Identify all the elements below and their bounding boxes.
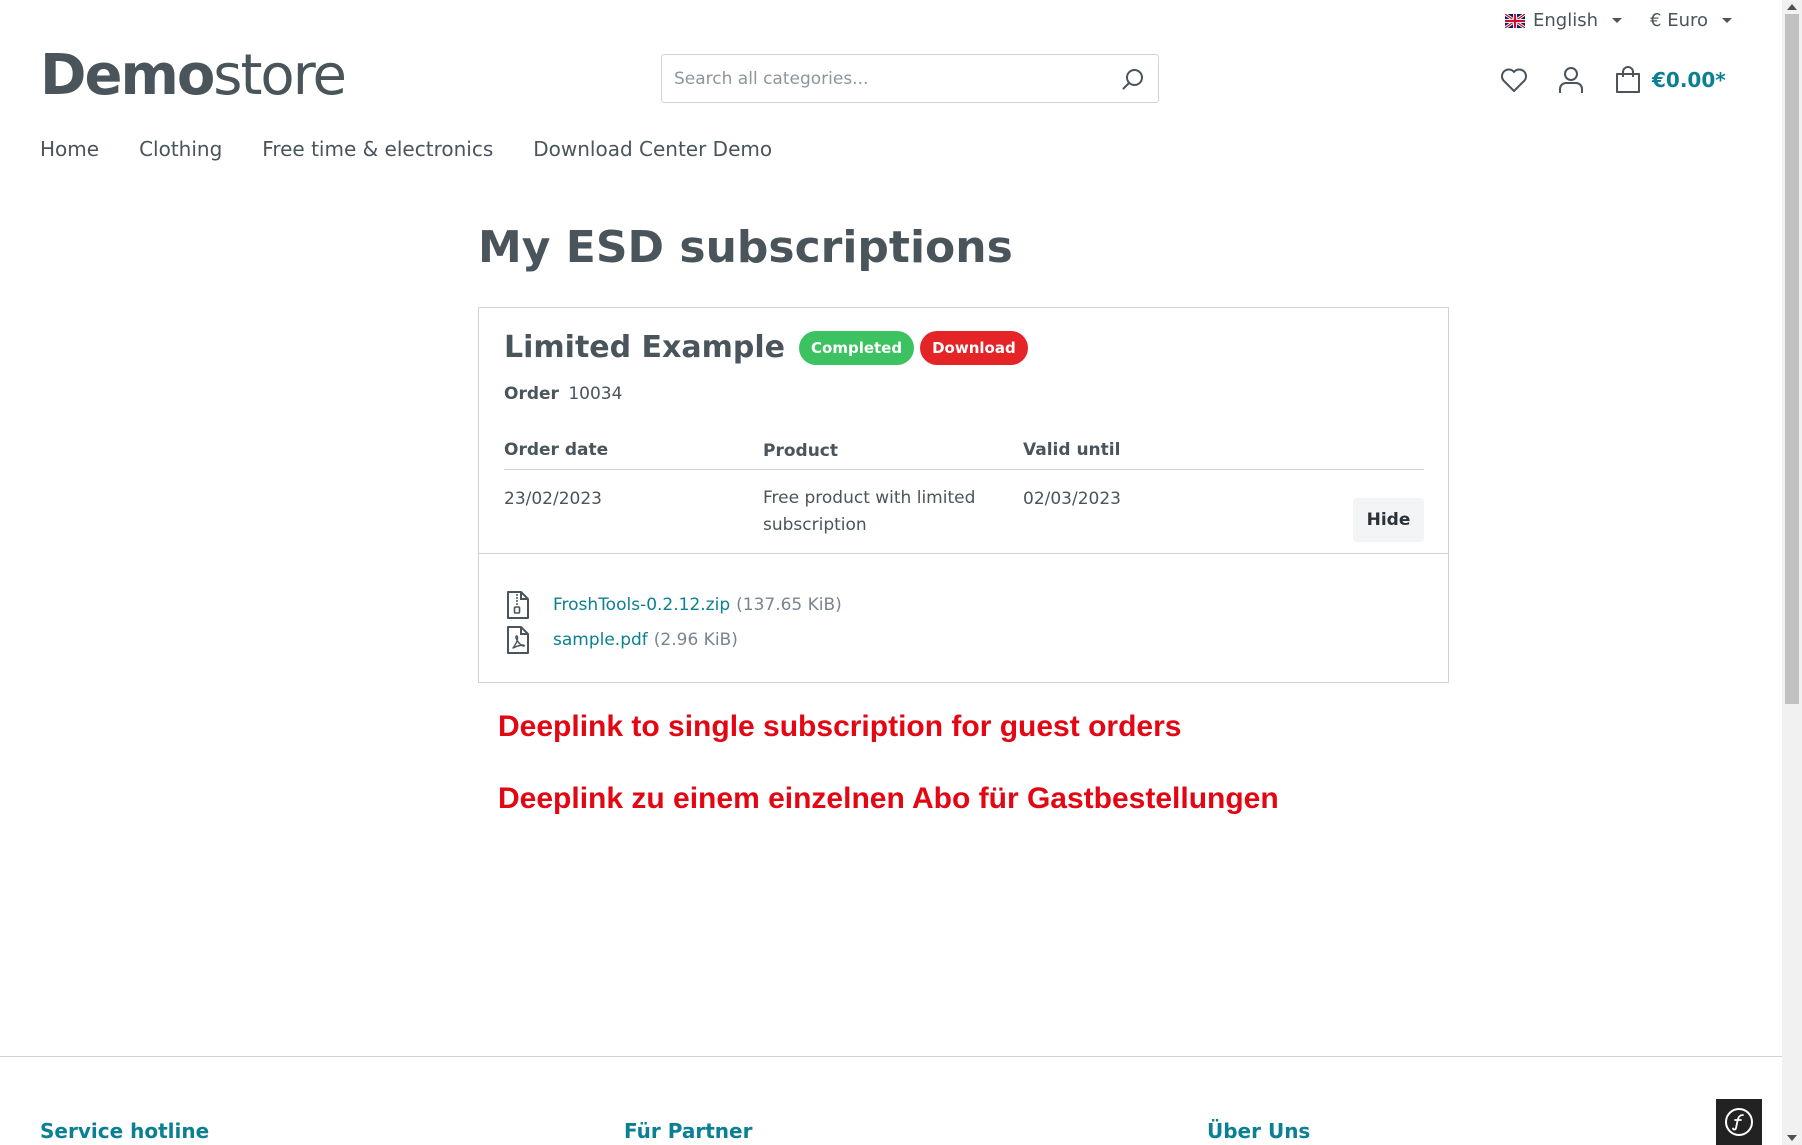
file-download-link[interactable]: FroshTools-0.2.12.zip — [553, 595, 730, 615]
heart-icon — [1501, 68, 1527, 92]
table-row: 23/02/2023 Free product with limited sub… — [504, 488, 1424, 548]
annotation-note-german: Deeplink zu einem einzelnen Abo für Gast… — [498, 782, 1279, 815]
file-item: sample.pdf (2.96 KiB) — [506, 622, 842, 657]
file-download-link[interactable]: sample.pdf — [553, 630, 648, 650]
file-item: FroshTools-0.2.12.zip (137.65 KiB) — [506, 587, 842, 622]
footer-heading-service-hotline[interactable]: Service hotline — [40, 1119, 209, 1143]
main-navigation: Home Clothing Free time & electronics Do… — [40, 137, 772, 161]
subscription-header: Limited Example Completed Download — [504, 330, 1034, 365]
order-date-cell: 23/02/2023 — [504, 489, 602, 509]
logo[interactable]: Demostore — [40, 43, 347, 108]
table-header: Order date Product Valid until — [504, 440, 1424, 470]
column-header-valid-until: Valid until — [1023, 440, 1121, 460]
file-size: (137.65 KiB) — [736, 594, 842, 615]
chevron-down-icon — [1612, 18, 1623, 23]
language-label: English — [1533, 10, 1599, 31]
search-bar — [661, 54, 1159, 103]
language-switcher[interactable]: English — [1505, 10, 1623, 31]
column-header-order-date: Order date — [504, 440, 609, 460]
user-icon — [1559, 67, 1583, 93]
download-badge[interactable]: Download — [920, 330, 1028, 365]
vertical-scrollbar[interactable] — [1782, 0, 1802, 1145]
column-header-product: Product — [763, 441, 838, 461]
logo-light-text: store — [213, 43, 347, 108]
order-number-value: 10034 — [568, 384, 623, 404]
subscription-card: Limited Example Completed Download Order… — [478, 307, 1449, 683]
header-actions: €0.00* — [1496, 62, 1726, 98]
product-cell: Free product with limited subscription — [763, 488, 976, 535]
cart-button[interactable] — [1610, 62, 1646, 98]
file-size: (2.96 KiB) — [653, 629, 738, 650]
card-divider — [479, 553, 1448, 554]
footer-heading-about[interactable]: Über Uns — [1207, 1119, 1310, 1143]
search-input[interactable] — [662, 55, 1108, 102]
page: English € Euro Demostore Search all cate… — [0, 0, 1782, 1145]
zip-file-icon — [506, 590, 530, 619]
file-list: FroshTools-0.2.12.zip (137.65 KiB) sampl… — [506, 587, 842, 657]
currency-switcher[interactable]: € Euro — [1650, 10, 1732, 31]
wishlist-button[interactable] — [1496, 62, 1532, 98]
subscription-title: Limited Example — [504, 330, 786, 365]
footer-heading-partner[interactable]: Für Partner — [624, 1119, 752, 1143]
shopping-bag-icon — [1616, 66, 1640, 93]
top-bar: English € Euro — [1505, 10, 1732, 31]
uk-flag-icon — [1505, 13, 1526, 28]
valid-until-cell: 02/03/2023 — [1023, 489, 1121, 509]
search-button[interactable] — [1108, 55, 1158, 102]
nav-item-home[interactable]: Home — [40, 137, 99, 161]
hide-button[interactable]: Hide — [1353, 498, 1424, 542]
account-button[interactable] — [1553, 62, 1589, 98]
status-badge: Completed — [799, 330, 915, 365]
page-title: My ESD subscriptions — [478, 222, 1013, 273]
chevron-down-icon — [1722, 18, 1732, 23]
currency-label: € Euro — [1650, 10, 1708, 31]
scroll-thumb[interactable] — [1785, 14, 1799, 704]
scroll-down-arrow-icon[interactable] — [1787, 1135, 1797, 1141]
symfony-icon — [1725, 1108, 1753, 1136]
annotation-note-english: Deeplink to single subscription for gues… — [498, 710, 1182, 743]
nav-item-download-center-demo[interactable]: Download Center Demo — [533, 137, 772, 161]
search-icon — [1122, 68, 1143, 89]
order-number: Order 10034 — [504, 384, 622, 404]
logo-bold-text: Demo — [40, 43, 215, 108]
cart-total[interactable]: €0.00* — [1652, 68, 1726, 92]
pdf-file-icon — [506, 625, 530, 654]
nav-item-free-time-electronics[interactable]: Free time & electronics — [262, 137, 493, 161]
nav-item-clothing[interactable]: Clothing — [139, 137, 222, 161]
symfony-toolbar-toggle[interactable] — [1716, 1099, 1762, 1145]
order-label: Order — [504, 384, 559, 404]
footer-divider — [0, 1056, 1782, 1057]
scroll-up-arrow-icon[interactable] — [1787, 4, 1797, 10]
